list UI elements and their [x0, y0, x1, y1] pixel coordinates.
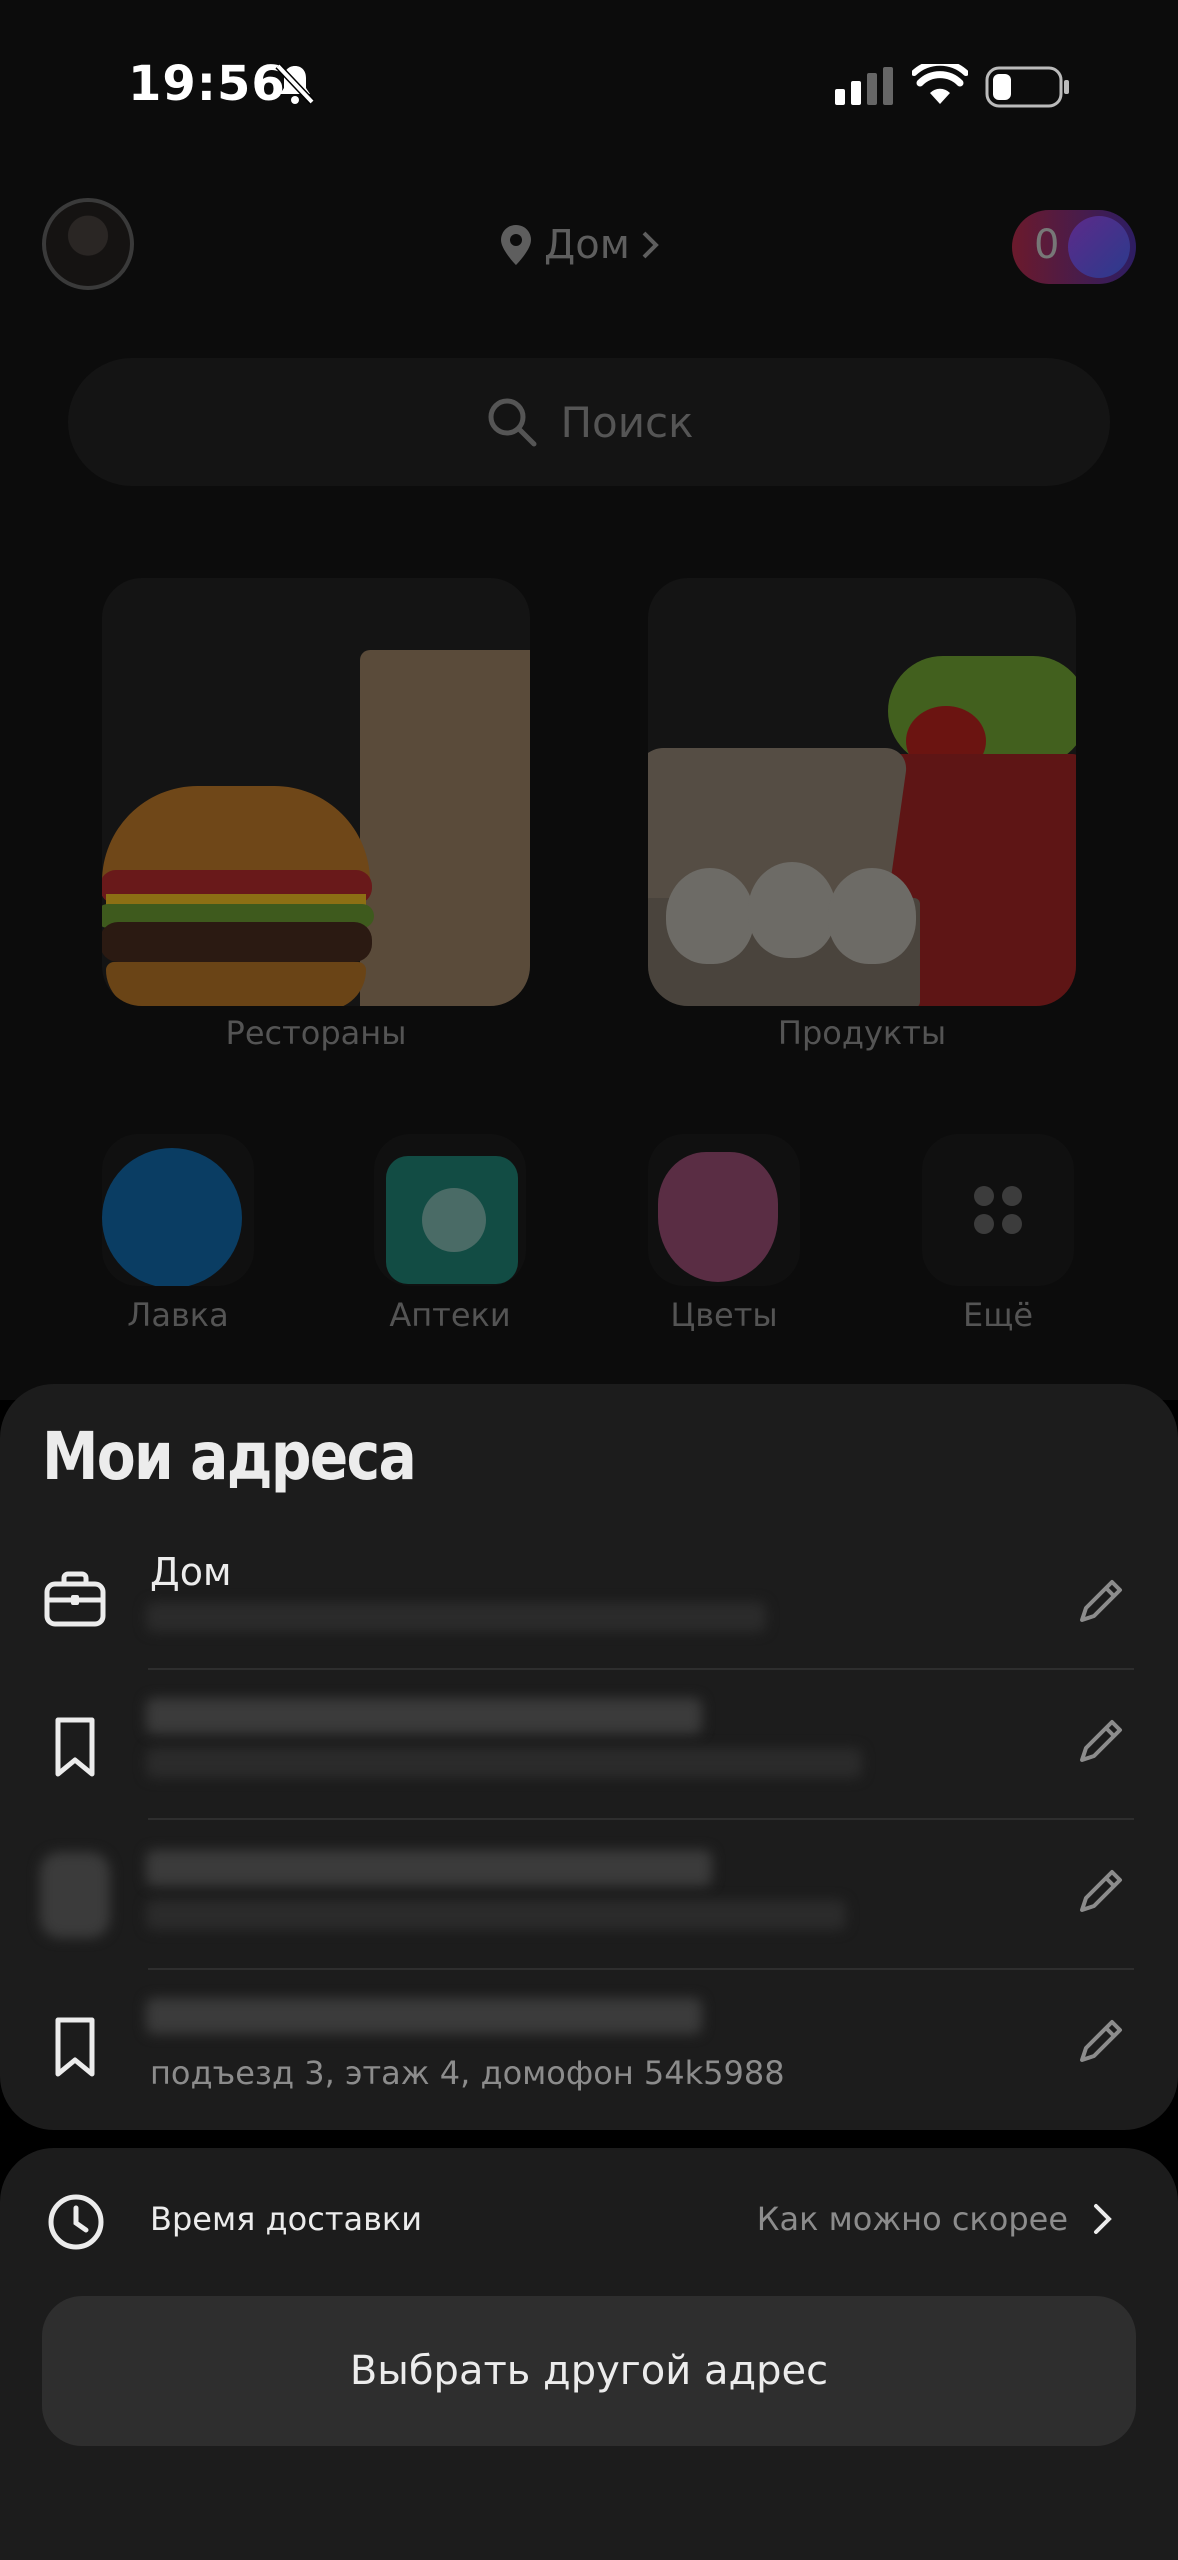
user-avatar[interactable] [42, 198, 134, 290]
bookmark-icon [55, 2017, 95, 2077]
search-icon [488, 398, 537, 447]
briefcase-icon [44, 1571, 106, 1627]
address-details-redacted [146, 1602, 766, 1632]
edit-pencil-icon[interactable] [1074, 1574, 1128, 1628]
burger-bottom-bun [106, 962, 366, 1006]
search-input[interactable]: Поиск [68, 358, 1110, 486]
pharmacy-shortcut[interactable] [374, 1134, 526, 1286]
egg [666, 868, 754, 964]
address-title-redacted [146, 1698, 702, 1734]
groceries-tile[interactable] [648, 578, 1076, 1006]
address-row[interactable]: подъезд 3, этаж 4, домофон 54k5988 [0, 1970, 1178, 2120]
lavka-shortcut[interactable] [102, 1134, 254, 1286]
choose-other-address-label: Выбрать другой адрес [349, 2348, 829, 2394]
clock-icon [48, 2194, 104, 2250]
restaurants-tile[interactable] [102, 578, 530, 1006]
address-row[interactable] [0, 1670, 1178, 1820]
address-details-redacted [146, 1748, 862, 1778]
flowers-shortcut[interactable] [648, 1134, 800, 1286]
grid-dots-icon [974, 1186, 1022, 1234]
plus-icon [1068, 216, 1130, 278]
location-selector[interactable]: Дом [498, 222, 660, 268]
tulip-icon [658, 1152, 778, 1282]
wifi-icon [912, 64, 968, 104]
delivery-time-label[interactable]: Время доставки [150, 2200, 422, 2238]
chevron-right-icon [642, 231, 659, 259]
egg [828, 868, 916, 964]
address-details: подъезд 3, этаж 4, домофон 54k5988 [150, 2054, 785, 2092]
lavka-label: Лавка [127, 1296, 229, 1334]
search-placeholder: Поиск [560, 397, 694, 447]
address-title: Дом [150, 1550, 232, 1594]
restaurants-label: Рестораны [225, 1014, 407, 1052]
blurred-icon [40, 1852, 110, 1938]
paper-bag-image [360, 650, 530, 1006]
address-title-redacted [146, 1850, 712, 1886]
edit-pencil-icon[interactable] [1074, 2014, 1128, 2068]
plus-points-badge[interactable]: 0 [1012, 210, 1136, 284]
plus-points-count: 0 [1034, 222, 1060, 268]
more-shortcut[interactable] [922, 1134, 1074, 1286]
edit-pencil-icon[interactable] [1074, 1714, 1128, 1768]
burger-patty [102, 922, 372, 962]
medical-plus-icon [422, 1188, 486, 1252]
cellular-signal-icon [835, 67, 893, 105]
chevron-right-icon[interactable] [1092, 2202, 1114, 2236]
pharmacy-label: Аптеки [389, 1296, 511, 1334]
flowers-label: Цветы [670, 1296, 778, 1334]
groceries-label: Продукты [777, 1014, 947, 1052]
address-row[interactable] [0, 1820, 1178, 1970]
address-title-redacted [146, 1998, 702, 2034]
location-pin-icon [501, 225, 531, 265]
location-label: Дом [544, 222, 630, 268]
address-row[interactable]: Дом [0, 1530, 1178, 1680]
choose-other-address-button[interactable]: Выбрать другой адрес [42, 2296, 1136, 2446]
sheet-title: Мои адреса [42, 1418, 417, 1495]
edit-pencil-icon[interactable] [1074, 1864, 1128, 1918]
address-details-redacted [146, 1900, 846, 1930]
more-label: Ещё [962, 1296, 1034, 1334]
egg [748, 862, 836, 958]
battery-icon [985, 66, 1069, 108]
silent-bell-icon [275, 63, 315, 105]
delivery-time-value[interactable]: Как можно скорее [757, 2200, 1068, 2238]
status-time: 19:56 [128, 56, 286, 112]
bookmark-icon [55, 1717, 95, 1777]
lavka-logo-icon [102, 1148, 242, 1286]
